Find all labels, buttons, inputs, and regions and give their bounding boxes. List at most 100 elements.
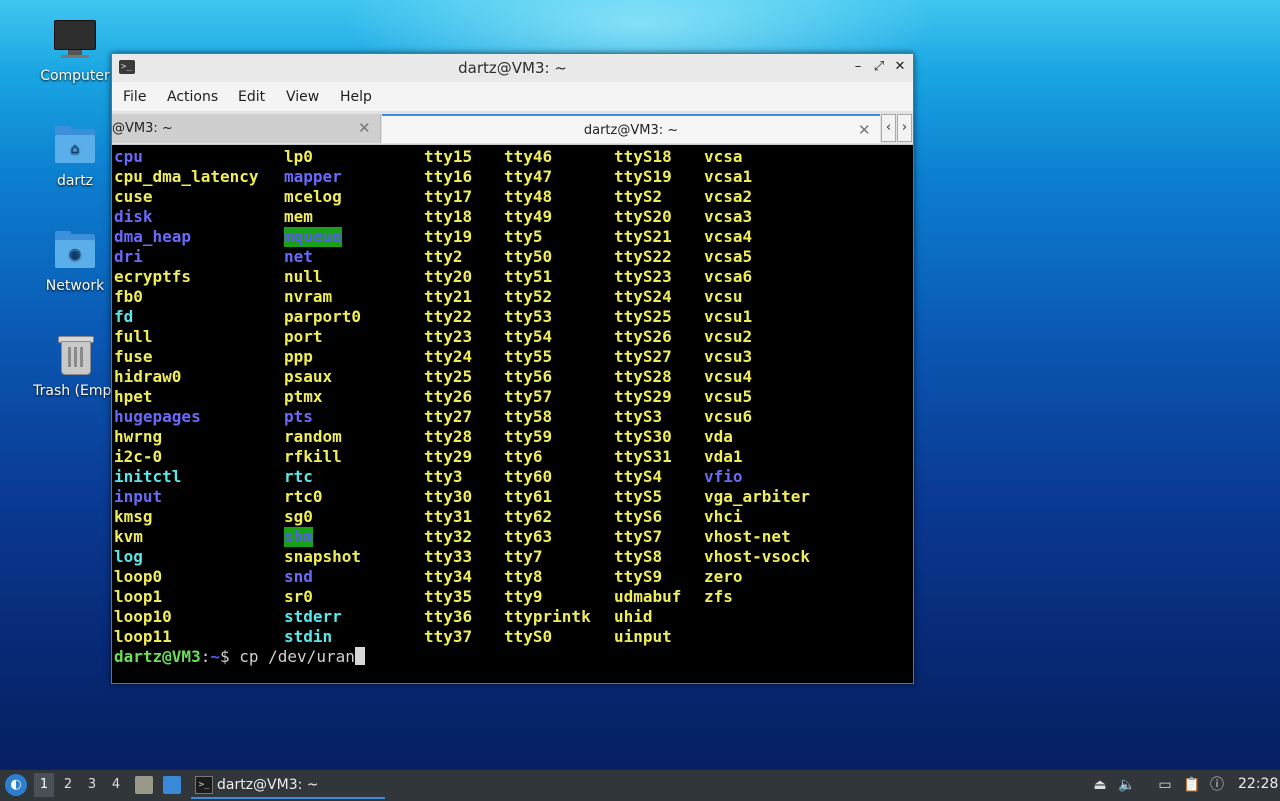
device-entry: tty26 xyxy=(424,387,473,406)
device-entry: tty37 xyxy=(424,627,473,646)
taskbar-task-terminal[interactable]: >_ dartz@VM3: ~ xyxy=(191,772,385,799)
device-entry: tty22 xyxy=(424,307,473,326)
device-entry: ttyS8 xyxy=(614,547,663,566)
desktop-icon-label: Computer xyxy=(40,68,110,84)
terminal-icon: >_ xyxy=(195,776,213,794)
device-entry: psaux xyxy=(284,367,333,386)
terminal-output[interactable]: cpu lp0 tty15 tty46 ttyS18 vcsa cpu_dma_latenc… xyxy=(114,146,910,680)
device-entry: ttyS20 xyxy=(614,207,672,226)
menu-bar: File Actions Edit View Help xyxy=(112,82,913,111)
minimize-button[interactable]: – xyxy=(849,58,867,76)
window-title: dartz@VM3: ~ xyxy=(458,59,567,77)
menu-edit[interactable]: Edit xyxy=(238,89,265,105)
menu-file[interactable]: File xyxy=(123,89,146,105)
device-entry: net xyxy=(284,247,313,266)
desktop-icon-home[interactable]: ⌂ dartz xyxy=(25,123,125,189)
device-entry: tty54 xyxy=(504,327,553,346)
device-entry: ttyS25 xyxy=(614,307,672,326)
device-entry: tty33 xyxy=(424,547,473,566)
device-entry: vcsu1 xyxy=(704,307,753,326)
device-entry: ttyS28 xyxy=(614,367,672,386)
device-entry: sg0 xyxy=(284,507,313,526)
device-entry: vcsa5 xyxy=(704,247,753,266)
desktop-icon-trash[interactable]: Trash (Empt xyxy=(25,333,125,399)
device-entry: stdin xyxy=(284,627,333,646)
device-entry: vfio xyxy=(704,467,743,486)
close-button[interactable]: ✕ xyxy=(891,58,909,76)
device-entry: loop10 xyxy=(114,607,172,626)
device-entry: vcsa3 xyxy=(704,207,753,226)
device-entry: tty51 xyxy=(504,267,553,286)
device-entry: kmsg xyxy=(114,507,153,526)
volume-icon[interactable]: 🔈 xyxy=(1118,776,1136,794)
device-entry: parport0 xyxy=(284,307,362,326)
command-input[interactable]: cp /dev/uran xyxy=(239,647,355,666)
prompt-separator: : xyxy=(200,647,211,666)
device-entry: pts xyxy=(284,407,313,426)
maximize-button[interactable]: ⤢ xyxy=(870,58,888,76)
tab-scroll-right-button[interactable]: › xyxy=(897,114,912,142)
file-manager-icon[interactable] xyxy=(135,776,153,794)
device-entry: snapshot xyxy=(284,547,362,566)
notification-icon[interactable]: ⓘ xyxy=(1208,776,1226,794)
eject-icon[interactable]: ⏏ xyxy=(1091,776,1109,794)
tab-close-icon[interactable]: ✕ xyxy=(858,121,871,139)
device-entry: initctl xyxy=(114,467,182,486)
tab-1[interactable]: @VM3: ~ ✕ xyxy=(112,114,381,143)
workspace-4[interactable]: 4 xyxy=(106,773,126,797)
device-entry: ttyS2 xyxy=(614,187,663,206)
device-entry: tty30 xyxy=(424,487,473,506)
device-entry: tty61 xyxy=(504,487,553,506)
device-entry: cpu xyxy=(114,147,143,166)
device-entry: ttyS7 xyxy=(614,527,663,546)
menu-view[interactable]: View xyxy=(286,89,319,105)
device-entry: hidraw0 xyxy=(114,367,182,386)
device-entry: hugepages xyxy=(114,407,201,426)
clock[interactable]: 22:28 xyxy=(1238,776,1278,792)
device-entry: mapper xyxy=(284,167,342,186)
tab-close-icon[interactable]: ✕ xyxy=(358,119,371,137)
menu-actions[interactable]: Actions xyxy=(167,89,218,105)
show-desktop-icon[interactable] xyxy=(163,776,181,794)
clipboard-icon[interactable]: 📋 xyxy=(1183,776,1201,794)
workspace-1[interactable]: 1 xyxy=(34,773,54,797)
desktop-icon-computer[interactable]: Computer xyxy=(25,18,125,84)
device-entry: tty34 xyxy=(424,567,473,586)
tab-scroll-left-button[interactable]: ‹ xyxy=(881,114,896,142)
window-titlebar[interactable]: >_ dartz@VM3: ~ – ⤢ ✕ xyxy=(112,54,913,82)
device-entry: tty36 xyxy=(424,607,473,626)
device-entry: tty2 xyxy=(424,247,463,266)
device-entry: fd xyxy=(114,307,134,326)
network-icon[interactable]: ▭ xyxy=(1156,776,1174,794)
workspace-3[interactable]: 3 xyxy=(82,773,102,797)
app-menu-icon[interactable]: ◐ xyxy=(5,774,27,796)
device-entry: i2c-0 xyxy=(114,447,163,466)
home-folder-icon: ⌂ xyxy=(53,123,97,167)
device-entry: disk xyxy=(114,207,153,226)
device-entry: input xyxy=(114,487,163,506)
device-entry: vcsa2 xyxy=(704,187,753,206)
device-entry: tty63 xyxy=(504,527,553,546)
workspace-2[interactable]: 2 xyxy=(58,773,78,797)
device-entry: tty24 xyxy=(424,347,473,366)
device-entry: vcsu xyxy=(704,287,743,306)
device-entry: vda1 xyxy=(704,447,743,466)
trash-icon xyxy=(53,333,97,377)
menu-help[interactable]: Help xyxy=(340,89,372,105)
device-entry: vhci xyxy=(704,507,743,526)
device-entry: ttyS21 xyxy=(614,227,672,246)
tab-2[interactable]: dartz@VM3: ~ ✕ xyxy=(382,114,880,143)
device-entry: mcelog xyxy=(284,187,342,206)
prompt-path: ~ xyxy=(210,647,220,666)
device-entry: tty23 xyxy=(424,327,473,346)
device-entry: tty56 xyxy=(504,367,553,386)
device-entry: vcsu6 xyxy=(704,407,753,426)
prompt-line[interactable]: dartz@VM3:~$ cp /dev/uran xyxy=(114,647,365,667)
prompt-symbol: $ xyxy=(219,647,240,666)
desktop-icon-network[interactable]: ◉ Network xyxy=(25,228,125,294)
device-entry: tty60 xyxy=(504,467,553,486)
device-entry: full xyxy=(114,327,153,346)
device-entry: cpu_dma_latency xyxy=(114,167,259,186)
device-entry: tty6 xyxy=(504,447,543,466)
device-entry: tty9 xyxy=(504,587,543,606)
